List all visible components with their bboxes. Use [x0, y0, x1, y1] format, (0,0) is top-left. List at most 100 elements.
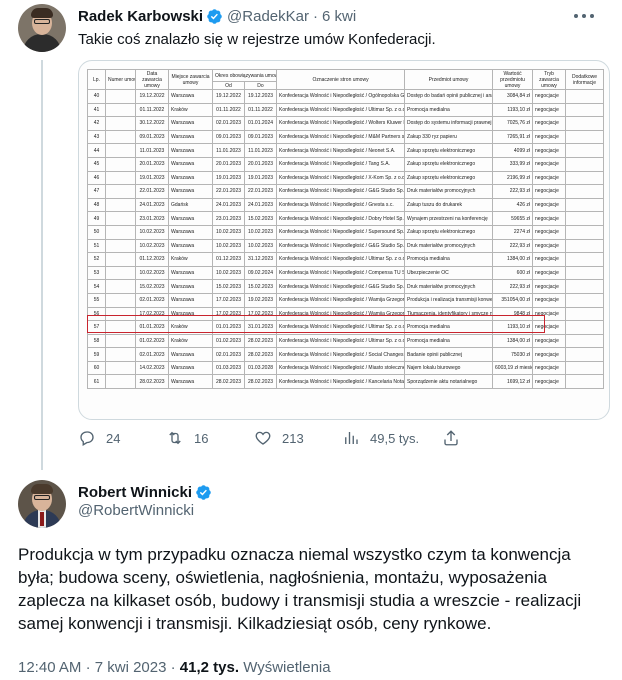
table-row: 58 01.02.2023 Kraków 01.02.2023 28.02.2023 Ko…	[87, 333, 605, 349]
table-cell: 01.11.2022	[212, 102, 245, 118]
table-cell: Dostęp do badań opinii publicznej i anal…	[404, 89, 494, 104]
tweet1-actions: 24 16 213 49,5 tys.	[78, 428, 578, 448]
table-cell: 28.02.2023	[212, 374, 245, 390]
table-row: 52 01.12.2023 Kraków 01.12.2023 31.12.2023 Ko…	[87, 252, 605, 267]
table-cell: 55	[87, 292, 106, 308]
tweet-date[interactable]: 7 kwi 2023	[95, 659, 167, 676]
meta-dot: ·	[85, 659, 91, 676]
table-cell: Kraków	[168, 333, 213, 349]
table-cell	[565, 320, 605, 335]
table-cell: 19.01.2023	[212, 170, 245, 186]
table-cell: 01.03.2023	[212, 360, 245, 376]
table-cell	[105, 279, 136, 294]
table-cell	[565, 347, 605, 362]
retweet-button[interactable]: 16	[166, 428, 208, 448]
table-cell: 19.01.2023	[243, 170, 278, 186]
table-row: 54 15.02.2023 Warszawa 15.02.2023 15.02.2023…	[87, 279, 605, 294]
table-cell: 1384,00 zł	[492, 252, 534, 267]
table-cell: 01.11.2022	[135, 102, 169, 118]
reply-button[interactable]: 24	[78, 428, 120, 448]
table-cell: 01.11.2022	[243, 102, 278, 118]
table-cell	[105, 197, 136, 213]
reply-count: 24	[106, 430, 121, 446]
table-cell: Warszawa	[168, 347, 213, 362]
table-cell: negocjacje	[532, 116, 567, 131]
table-cell: 2196,99 zł	[492, 170, 534, 186]
table-cell: Druk materiałów promocyjnych	[404, 279, 494, 294]
table-cell: 48	[87, 197, 106, 213]
table-cell: Kraków	[168, 102, 213, 118]
table-cell	[105, 184, 136, 199]
table-cell: Konfederacja Wolność i Niepodległość / S…	[276, 224, 406, 240]
table-cell: 1193,10 zł	[492, 102, 534, 118]
table-cell: negocjacje	[532, 89, 567, 104]
table-cell: negocjacje	[532, 170, 567, 186]
views-label[interactable]: Wyświetlenia	[243, 659, 330, 676]
like-button[interactable]: 213	[254, 428, 304, 448]
tweet-radek[interactable]: Radek Karbowski @RadekKar · 6 kwi Takie …	[0, 0, 622, 470]
table-cell	[565, 333, 605, 349]
table-cell	[565, 306, 605, 322]
table-cell: Ubezpieczenie OC	[404, 265, 494, 281]
table-cell: 75030 zł	[492, 347, 534, 362]
table-cell: Warszawa	[168, 224, 213, 240]
header-cell: Wartość przedmiotu umowy	[492, 69, 534, 90]
tweet-media-image[interactable]: Lp. Numer umowy Data zawarcia umowy Miej…	[78, 60, 610, 420]
table-cell: negocjacje	[532, 197, 567, 213]
table-cell	[105, 116, 136, 131]
table-cell: 02.01.2023	[212, 347, 245, 362]
table-cell	[565, 292, 605, 308]
table-cell	[105, 89, 136, 104]
table-cell: 28.02.2023	[243, 347, 278, 362]
table-cell: Konfederacja Wolność i Niepodległość / K…	[276, 374, 406, 390]
table-cell: 22.01.2023	[212, 184, 245, 199]
table-cell: 20.01.2023	[135, 156, 169, 172]
views-chart-icon	[345, 432, 358, 444]
table-cell: Warszawa	[168, 89, 213, 104]
share-button[interactable]	[442, 428, 470, 448]
header-cell: Tryb zawarcia umowy	[532, 69, 567, 90]
avatar-robert[interactable]	[18, 480, 66, 528]
more-options-icon[interactable]	[574, 8, 594, 24]
table-cell: 11.01.2023	[135, 143, 169, 158]
tweet-time[interactable]: 12:40 AM	[18, 659, 81, 676]
table-cell	[565, 102, 605, 118]
table-cell: Badanie opinii publicznej	[404, 347, 494, 362]
table-cell: negocjacje	[532, 129, 567, 145]
table-row: 45 20.01.2023 Warszawa 20.01.2023 20.01.2023…	[87, 156, 605, 172]
author-handle[interactable]: @RobertWinnicki	[78, 502, 194, 519]
table-cell: Zakup sprzętu elektronicznego	[404, 143, 494, 158]
views-button[interactable]: 49,5 tys.	[342, 428, 419, 448]
table-cell	[105, 265, 136, 281]
table-cell	[565, 170, 605, 186]
table-cell: Warszawa	[168, 143, 213, 158]
author-name[interactable]: Robert Winnicki	[78, 484, 192, 501]
table-cell: Konfederacja Wolność i Niepodległość / D…	[276, 211, 406, 226]
thread-line	[41, 60, 43, 470]
header-cell: Data zawarcia umowy	[135, 69, 169, 90]
table-cell: Produkcja i realizacja transmisji konwen…	[404, 292, 494, 308]
table-cell: 58	[87, 333, 106, 349]
table-cell: negocjacje	[532, 224, 567, 240]
table-cell: 02.01.2023	[135, 292, 169, 308]
table-cell: 10.02.2023	[212, 265, 245, 281]
table-cell: 49	[87, 211, 106, 226]
author-name[interactable]: Radek Karbowski	[78, 8, 203, 25]
header-cell: Przedmiot umowy	[404, 69, 494, 90]
table-cell: 01.01.2024	[243, 116, 278, 131]
table-cell	[105, 360, 136, 376]
table-cell: Konfederacja Wolność i Niepodległość / W…	[276, 292, 406, 308]
avatar-radek[interactable]	[18, 4, 66, 52]
table-cell	[565, 265, 605, 281]
header-cell: Miejsce zawarcia umowy	[168, 69, 213, 90]
author-handle[interactable]: @RadekKar	[227, 8, 309, 25]
table-cell: 7025,76 zł	[492, 116, 534, 131]
tweet-time[interactable]: 6 kwi	[322, 8, 356, 25]
table-cell	[105, 238, 136, 254]
table-cell: Zakup tuszu do drukarek	[404, 197, 494, 213]
table-cell: 222,93 zł	[492, 279, 534, 294]
table-cell: Warszawa	[168, 211, 213, 226]
like-count: 213	[282, 430, 304, 446]
table-cell: 22.01.2023	[135, 184, 169, 199]
table-row: 43 09.01.2023 Warszawa 09.01.2023 09.01.2023…	[87, 129, 605, 145]
